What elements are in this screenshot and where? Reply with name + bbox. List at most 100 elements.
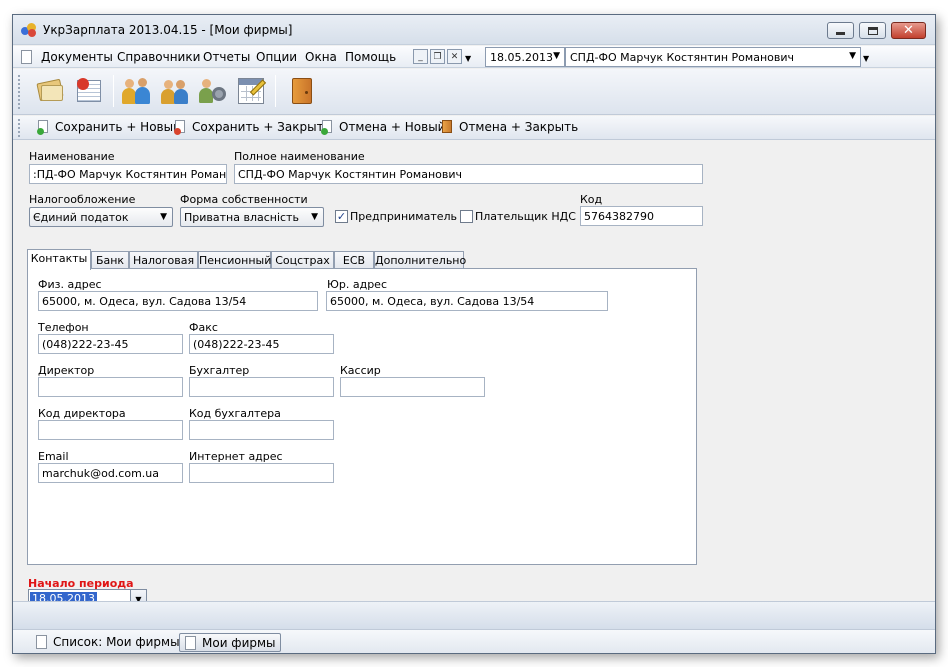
- tax-select[interactable]: Єдиний податок ▼: [29, 207, 173, 227]
- door-icon: [441, 120, 454, 135]
- tax-label: Налогообложение: [29, 193, 136, 206]
- legal-address-input[interactable]: 65000, м. Одеса, вул. Садова 13/54: [326, 291, 608, 311]
- contacts-panel: Физ. адрес 65000, м. Одеса, вул. Садова …: [27, 268, 697, 565]
- phone-input[interactable]: (048)222-23-45: [38, 334, 183, 354]
- email-input[interactable]: marchuk@od.com.ua: [38, 463, 183, 483]
- director-code-label: Код директора: [38, 407, 126, 420]
- close-button[interactable]: ✕: [891, 22, 926, 39]
- chevron-down-icon[interactable]: ▼: [863, 54, 869, 63]
- mdi-restore-button[interactable]: ❐: [430, 49, 445, 64]
- fax-input[interactable]: (048)222-23-45: [189, 334, 334, 354]
- chevron-down-icon: ▼: [160, 212, 167, 222]
- fullname-input[interactable]: СПД-ФО Марчук Костянтин Романович: [234, 164, 703, 184]
- tab-contacts[interactable]: Контакты: [27, 249, 91, 270]
- app-logo-icon: [21, 23, 37, 37]
- app-window: УкрЗарплата 2013.04.15 - [Мои фирмы] ✕ Д…: [12, 14, 936, 654]
- web-input[interactable]: [189, 463, 334, 483]
- maximize-icon: [867, 26, 878, 35]
- fax-label: Факс: [189, 321, 218, 334]
- tax-value: Єдиний податок: [33, 211, 129, 224]
- chevron-down-icon: ▼: [849, 51, 856, 61]
- vat-checkbox[interactable]: [460, 210, 473, 223]
- toolbar-grip[interactable]: [18, 119, 21, 137]
- task-firms-list[interactable]: Список: Мои фирмы: [31, 633, 184, 652]
- code-input[interactable]: 5764382790: [580, 206, 703, 226]
- phys-address-label: Физ. адрес: [38, 278, 102, 291]
- phone-label: Телефон: [38, 321, 89, 334]
- entrepreneur-checkbox[interactable]: ✓: [335, 210, 348, 223]
- tab-tax-office[interactable]: Налоговая: [129, 251, 198, 269]
- web-label: Интернет адрес: [189, 450, 283, 463]
- director-input[interactable]: [38, 377, 183, 397]
- date-select[interactable]: 18.05.2013 ▼: [485, 47, 565, 67]
- maximize-button[interactable]: [859, 22, 886, 39]
- email-label: Email: [38, 450, 69, 463]
- fullname-label: Полное наименование: [234, 150, 365, 163]
- ownership-value: Приватна власність: [184, 211, 299, 224]
- tab-additional[interactable]: Дополнительно: [374, 251, 466, 269]
- tab-social[interactable]: Соцстрах: [271, 251, 334, 269]
- task-my-firms-label: Мои фирмы: [202, 636, 276, 650]
- action-toolbar: Сохранить + Новый Сохранить + Закрыть От…: [13, 116, 935, 140]
- document-icon: [185, 636, 196, 650]
- accountant-input[interactable]: [189, 377, 334, 397]
- menu-windows[interactable]: Окна: [305, 50, 337, 64]
- cancel-new-label: Отмена + Новый: [339, 120, 446, 134]
- users-settings-icon[interactable]: [197, 75, 229, 107]
- icon-toolbar: [13, 69, 935, 115]
- menu-bar: Документы Справочники Отчеты Опции Окна …: [13, 46, 935, 68]
- close-icon: ✕: [903, 23, 914, 38]
- title-bar[interactable]: УкрЗарплата 2013.04.15 - [Мои фирмы] ✕: [13, 15, 935, 45]
- cashier-label: Кассир: [340, 364, 381, 377]
- name-input[interactable]: :ПД-ФО Марчук Костянтин Романович: [29, 164, 227, 184]
- document-icon: [36, 635, 47, 649]
- accountant-code-input[interactable]: [189, 420, 334, 440]
- calendar-edit-icon[interactable]: [235, 75, 267, 107]
- cards-icon[interactable]: [35, 75, 67, 107]
- cashier-input[interactable]: [340, 377, 485, 397]
- company-select[interactable]: СПД-ФО Марчук Костянтин Романович ▼: [565, 47, 861, 67]
- chevron-down-icon[interactable]: ▼: [465, 54, 471, 63]
- task-firms-list-label: Список: Мои фирмы: [53, 635, 180, 649]
- save-close-label: Сохранить + Закрыть: [192, 120, 331, 134]
- tab-esv[interactable]: ЕСВ: [334, 251, 374, 269]
- menu-documents[interactable]: Документы: [41, 50, 113, 64]
- accountant-code-label: Код бухгалтера: [189, 407, 281, 420]
- stack-stop-icon[interactable]: [73, 75, 105, 107]
- name-label: Наименование: [29, 150, 115, 163]
- accountant-label: Бухгалтер: [189, 364, 250, 377]
- tab-bank[interactable]: Банк: [91, 251, 129, 269]
- toolbar-separator: [113, 75, 114, 107]
- status-strip: [13, 601, 935, 629]
- ownership-select[interactable]: Приватна власність ▼: [180, 207, 324, 227]
- door-exit-icon[interactable]: [285, 75, 317, 107]
- task-my-firms[interactable]: Мои фирмы: [179, 633, 281, 652]
- minimize-button[interactable]: [827, 22, 854, 39]
- director-label: Директор: [38, 364, 95, 377]
- menu-options[interactable]: Опции: [256, 50, 297, 64]
- chevron-down-icon: ▼: [553, 51, 560, 61]
- mdi-close-button[interactable]: ✕: [447, 49, 462, 64]
- users-pair-icon[interactable]: [159, 75, 191, 107]
- company-value: СПД-ФО Марчук Костянтин Романович: [570, 51, 795, 64]
- phys-address-input[interactable]: 65000, м. Одеса, вул. Садова 13/54: [38, 291, 318, 311]
- mdi-minimize-button[interactable]: _: [413, 49, 428, 64]
- users-group-icon[interactable]: [121, 75, 153, 107]
- toolbar-grip[interactable]: [18, 75, 21, 109]
- menu-reports[interactable]: Отчеты: [203, 50, 250, 64]
- vat-label: Плательщик НДС: [475, 210, 576, 223]
- director-code-input[interactable]: [38, 420, 183, 440]
- menu-references[interactable]: Справочники: [117, 50, 200, 64]
- check-icon: ✓: [336, 210, 347, 223]
- tab-pension[interactable]: Пенсионный: [198, 251, 271, 269]
- chevron-down-icon: ▼: [311, 212, 318, 222]
- date-value: 18.05.2013: [490, 51, 553, 64]
- document-icon: [21, 50, 32, 64]
- menu-help[interactable]: Помощь: [345, 50, 396, 64]
- legal-address-label: Юр. адрес: [327, 278, 387, 291]
- minimize-icon: [836, 32, 845, 35]
- toolbar-separator: [275, 75, 276, 107]
- window-taskbar: Список: Мои фирмы Мои фирмы: [13, 629, 935, 653]
- save-new-icon: [37, 120, 50, 135]
- firm-form: Наименование :ПД-ФО Марчук Костянтин Ром…: [13, 141, 935, 610]
